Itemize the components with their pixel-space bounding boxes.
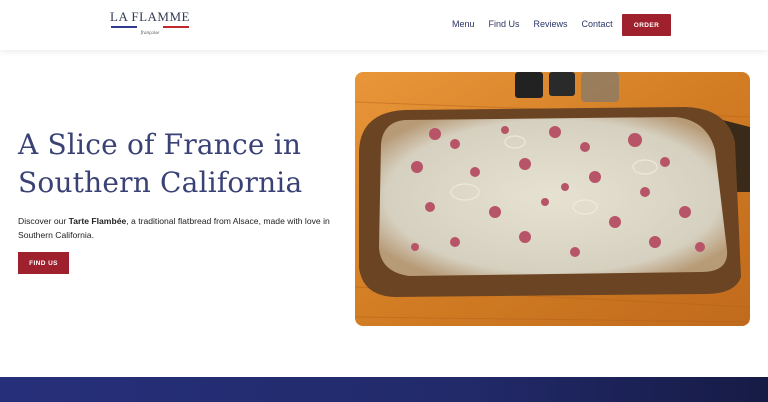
order-button[interactable]: ORDER	[622, 14, 671, 36]
logo-name: LA FLAMME	[110, 9, 190, 24]
hero-description: Discover our Tarte Flambée, a traditiona…	[18, 216, 330, 240]
footer-band	[0, 377, 768, 402]
logo-tagline: française	[140, 31, 160, 36]
find-us-button[interactable]: FIND US	[18, 252, 69, 274]
tarte-flambee-photo	[355, 72, 750, 326]
nav-menu[interactable]: Menu	[452, 18, 475, 30]
nav-find-us[interactable]: Find Us	[489, 18, 520, 30]
logo-flag-stripe	[111, 26, 189, 28]
site-header: LA FLAMME française Menu Find Us Reviews…	[0, 0, 768, 50]
nav-contact[interactable]: Contact	[582, 18, 613, 30]
main-nav: Menu Find Us Reviews Contact	[452, 18, 613, 30]
hero-dish-name: Tarte Flambée	[68, 216, 127, 226]
hero-title: A Slice of France in Southern California	[18, 128, 303, 199]
nav-reviews[interactable]: Reviews	[534, 18, 568, 30]
logo[interactable]: LA FLAMME française	[110, 9, 190, 36]
